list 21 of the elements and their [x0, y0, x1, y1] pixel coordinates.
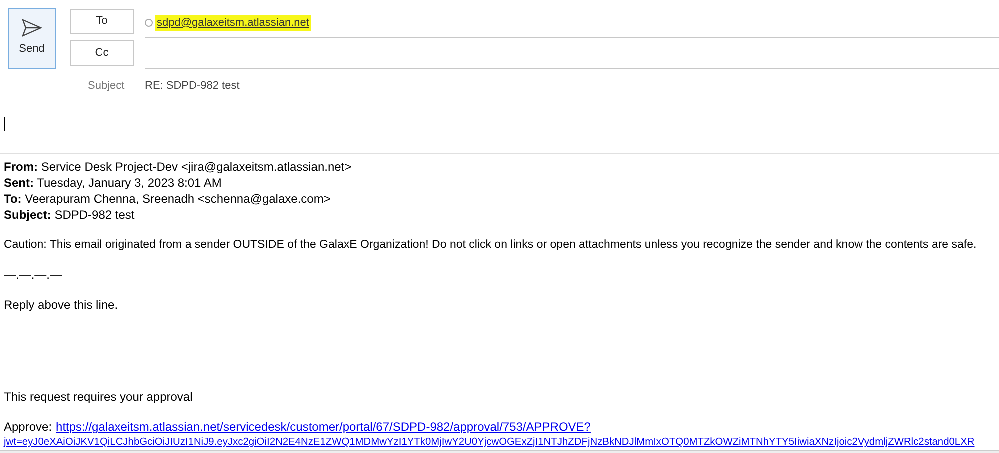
header-line: Sent: Tuesday, January 3, 2023 8:01 AM — [4, 175, 223, 191]
approve-label: Approve: — [4, 419, 52, 435]
reply-note: Reply above this line. — [4, 297, 120, 313]
to-field[interactable]: sdpd@galaxeitsm.atlassian.net — [145, 9, 999, 38]
header-line: To: Veerapuram Chenna, Sreenadh <schenna@galaxe.com> — [4, 191, 332, 207]
text-cursor — [4, 117, 5, 131]
send-button[interactable]: Send — [8, 8, 56, 69]
subject-field[interactable]: RE: SDPD-982 test — [145, 78, 240, 94]
cc-button[interactable]: Cc — [70, 40, 134, 66]
approve-link[interactable]: https://galaxeitsm.atlassian.net/servicedesk/customer/portal/67/SDPD-982/approval/753/APPROVE? — [56, 419, 591, 435]
recipient-address[interactable]: sdpd@galaxeitsm.atlassian.net — [155, 14, 312, 32]
approve-link[interactable]: jwt=eyJ0eXAiOiJKV1QiLCJhbGciOiJIUzI1NiJ9.eyJxc2giOiI2N2E4NzE1ZWQ1MDMwYzI1YTk0MjIwY2U0YjcwOGExZjI1NTJhZDFjNzBkNDJlMmIxOTQ0MTZkOWZiMTNhYTY5IiwiaXNzIjoic2VydmljZWRlc2stand0LXR — [4, 435, 999, 451]
caution-text: Caution: This email originated from a sender OUTSIDE of the GalaxE Organization! Do not click on links or open attachments unless you recognize the sender and know the contents are safe. — [4, 238, 978, 253]
to-button[interactable]: To — [70, 9, 134, 34]
subject-label: Subject — [88, 78, 126, 94]
header-line: From: Service Desk Project-Dev <jira@galaxeitsm.atlassian.net> — [4, 159, 353, 175]
header-line: Subject: SDPD-982 test — [4, 207, 136, 223]
send-icon — [22, 19, 42, 38]
request-note: This request requires your approval — [4, 389, 194, 405]
recipient-status-icon — [145, 19, 153, 27]
separator-text: —.—.—.— — [4, 267, 64, 283]
